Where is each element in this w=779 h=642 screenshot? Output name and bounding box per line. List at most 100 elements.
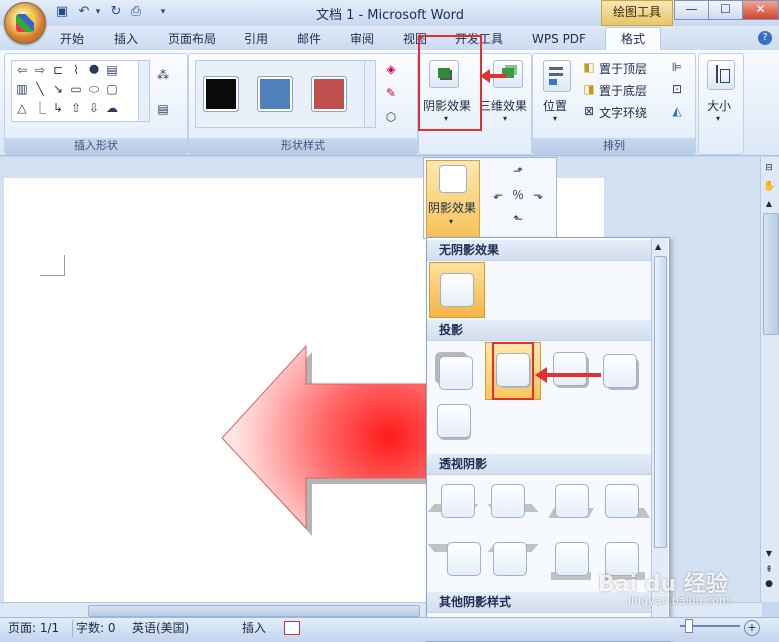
status-word-count[interactable]: 字数: 0 [76, 620, 116, 637]
status-insert-mode[interactable]: 插入 [242, 620, 266, 637]
perspective-option-3[interactable] [555, 484, 589, 518]
ruler-toggle-icon[interactable]: ⊟ [763, 163, 775, 175]
size-label[interactable]: 大小 [707, 97, 731, 114]
undo-icon[interactable]: ↶ [76, 4, 92, 20]
rectangle-shape-icon[interactable]: ▭ [68, 82, 84, 96]
textbox-shape-icon[interactable]: ▤ [104, 63, 120, 77]
horizontal-scroll-thumb[interactable] [88, 605, 420, 617]
minimize-button[interactable]: — [674, 0, 709, 20]
nudge-left-icon[interactable]: ⬐ [490, 188, 506, 202]
undo-dropdown-icon[interactable]: ▾ [94, 4, 102, 20]
nudge-down-icon[interactable]: ⬑ [510, 212, 526, 226]
shadow-effects-button[interactable] [418, 35, 482, 131]
shapes-gallery-scroll[interactable] [138, 60, 150, 122]
tab-wps-pdf[interactable]: WPS PDF [522, 29, 596, 49]
tab-mailings[interactable]: 邮件 [287, 29, 331, 49]
rounded-rect-shape-icon[interactable]: ▢ [104, 82, 120, 96]
macro-record-icon[interactable] [284, 621, 300, 635]
draw-textbox-icon[interactable]: ▤ [155, 102, 171, 116]
right-arrow-shape-icon[interactable]: ⇨ [32, 63, 48, 77]
position-dropdown-icon[interactable]: ▾ [553, 114, 557, 123]
perspective-option-4[interactable] [605, 484, 639, 518]
no-shadow-option[interactable] [429, 262, 485, 318]
group-shape-styles: ◈ ✎ ⬡ ↘ 形状样式 [188, 53, 418, 155]
drop-shadow-option-4[interactable] [603, 354, 637, 388]
qat-customize-icon[interactable]: ▾ [158, 4, 168, 20]
redo-icon[interactable]: ↻ [108, 4, 124, 20]
outline-color-icon[interactable]: ✎ [383, 86, 399, 100]
prev-page-icon[interactable]: ⇞ [763, 565, 775, 575]
help-icon[interactable]: ? [758, 31, 772, 45]
arrow-body [221, 344, 427, 530]
perspective-option-2[interactable] [491, 484, 525, 518]
vertical-scrollbar[interactable]: ⊟ ✋ ▲ ▼ ⇞ ● [760, 157, 779, 602]
drop-shadow-option-5[interactable] [437, 404, 471, 438]
tab-insert[interactable]: 插入 [104, 29, 148, 49]
bring-to-front-label[interactable]: 置于顶层 [599, 60, 647, 77]
send-to-back-label[interactable]: 置于底层 [599, 82, 647, 99]
tab-home[interactable]: 开始 [50, 29, 94, 49]
zoom-slider-thumb[interactable] [685, 619, 693, 633]
arrow-line-shape-icon[interactable]: ↘ [50, 82, 66, 96]
red-arrow-shape[interactable] [214, 340, 434, 536]
hand-icon[interactable]: ✋ [763, 181, 775, 193]
perspective-option-1[interactable] [441, 484, 475, 518]
save-icon[interactable]: ▣ [54, 4, 70, 20]
status-page[interactable]: 页面: 1/1 [8, 620, 59, 637]
drop-shadow-option-3[interactable] [553, 352, 587, 386]
text-wrap-label[interactable]: 文字环绕 [599, 104, 647, 121]
gallery-scroll-thumb[interactable] [654, 256, 667, 548]
tab-references[interactable]: 引用 [234, 29, 278, 49]
toggle-shadow-icon[interactable]: ％ [510, 188, 526, 202]
align-icon[interactable]: ⊫ [669, 60, 685, 74]
status-language[interactable]: 英语(美国) [132, 620, 189, 637]
rotate-icon[interactable]: ◭ [669, 104, 685, 118]
shadow-effects-active-button[interactable]: 阴影效果 ▾ [426, 160, 480, 238]
elbow-connector-icon[interactable]: ⎿ [32, 101, 48, 115]
down-arrow-shape-icon[interactable]: ⇩ [86, 101, 102, 115]
nudge-right-icon[interactable]: ⬎ [530, 188, 546, 202]
cloud-shape-icon[interactable]: ☁ [104, 101, 120, 115]
scroll-down-icon[interactable]: ▼ [763, 549, 775, 559]
three-d-effects-button[interactable] [478, 53, 530, 127]
zoom-in-icon[interactable]: + [744, 620, 760, 636]
line-shape-icon[interactable]: ╲ [32, 82, 48, 96]
gallery-scroll-up-icon[interactable]: ▲ [655, 242, 661, 251]
drop-shadow-option-1[interactable] [439, 356, 473, 390]
perspective-option-6[interactable] [493, 542, 527, 576]
close-button[interactable]: ✕ [742, 0, 779, 20]
perspective-option-5[interactable] [447, 542, 481, 576]
style-swatch-black[interactable] [203, 76, 239, 112]
style-swatch-red[interactable] [311, 76, 347, 112]
elbow-arrow-connector-icon[interactable]: ↳ [50, 101, 66, 115]
callout-shape-icon[interactable]: ⊏ [50, 63, 66, 77]
size-dropdown-icon[interactable]: ▾ [716, 114, 720, 123]
shape-styles-scroll[interactable] [364, 60, 376, 128]
change-shape-icon[interactable]: ⬡ [383, 110, 399, 124]
vertical-textbox-icon[interactable]: ▥ [14, 82, 30, 96]
triangle-shape-icon[interactable]: △ [14, 101, 30, 115]
tab-review[interactable]: 审阅 [340, 29, 384, 49]
shapes-gallery[interactable]: ⇦ ⇨ ⊏ ⌇ ⯃ ▤ ▥ ╲ ↘ ▭ ⬭ ▢ △ ⎿ ↳ ⇧ ⇩ ☁ [11, 60, 139, 122]
tab-format[interactable]: 格式 [605, 27, 661, 51]
position-label[interactable]: 位置 [543, 97, 567, 114]
edit-shape-icon[interactable]: ⁂ [155, 68, 171, 82]
perspective-option-7[interactable] [555, 542, 589, 576]
wave-shape-icon[interactable]: ⌇ [68, 63, 84, 77]
style-swatch-blue[interactable] [257, 76, 293, 112]
up-arrow-shape-icon[interactable]: ⇧ [68, 101, 84, 115]
octagon-shape-icon[interactable]: ⯃ [86, 63, 102, 77]
group-objects-icon[interactable]: ⊡ [669, 82, 685, 96]
annotation-arrow-head [480, 69, 490, 83]
left-arrow-shape-icon[interactable]: ⇦ [14, 63, 30, 77]
nudge-up-icon[interactable]: ⬏ [510, 164, 526, 178]
maximize-button[interactable]: ☐ [708, 0, 743, 20]
browse-object-icon[interactable]: ● [763, 579, 775, 589]
tab-page-layout[interactable]: 页面布局 [160, 29, 224, 49]
office-button[interactable] [4, 2, 46, 44]
fill-color-icon[interactable]: ◈ [383, 62, 399, 76]
vertical-scroll-thumb[interactable] [763, 213, 779, 335]
scroll-up-icon[interactable]: ▲ [763, 199, 775, 209]
print-preview-icon[interactable]: ⎙ [128, 4, 144, 20]
oval-shape-icon[interactable]: ⬭ [86, 82, 102, 96]
